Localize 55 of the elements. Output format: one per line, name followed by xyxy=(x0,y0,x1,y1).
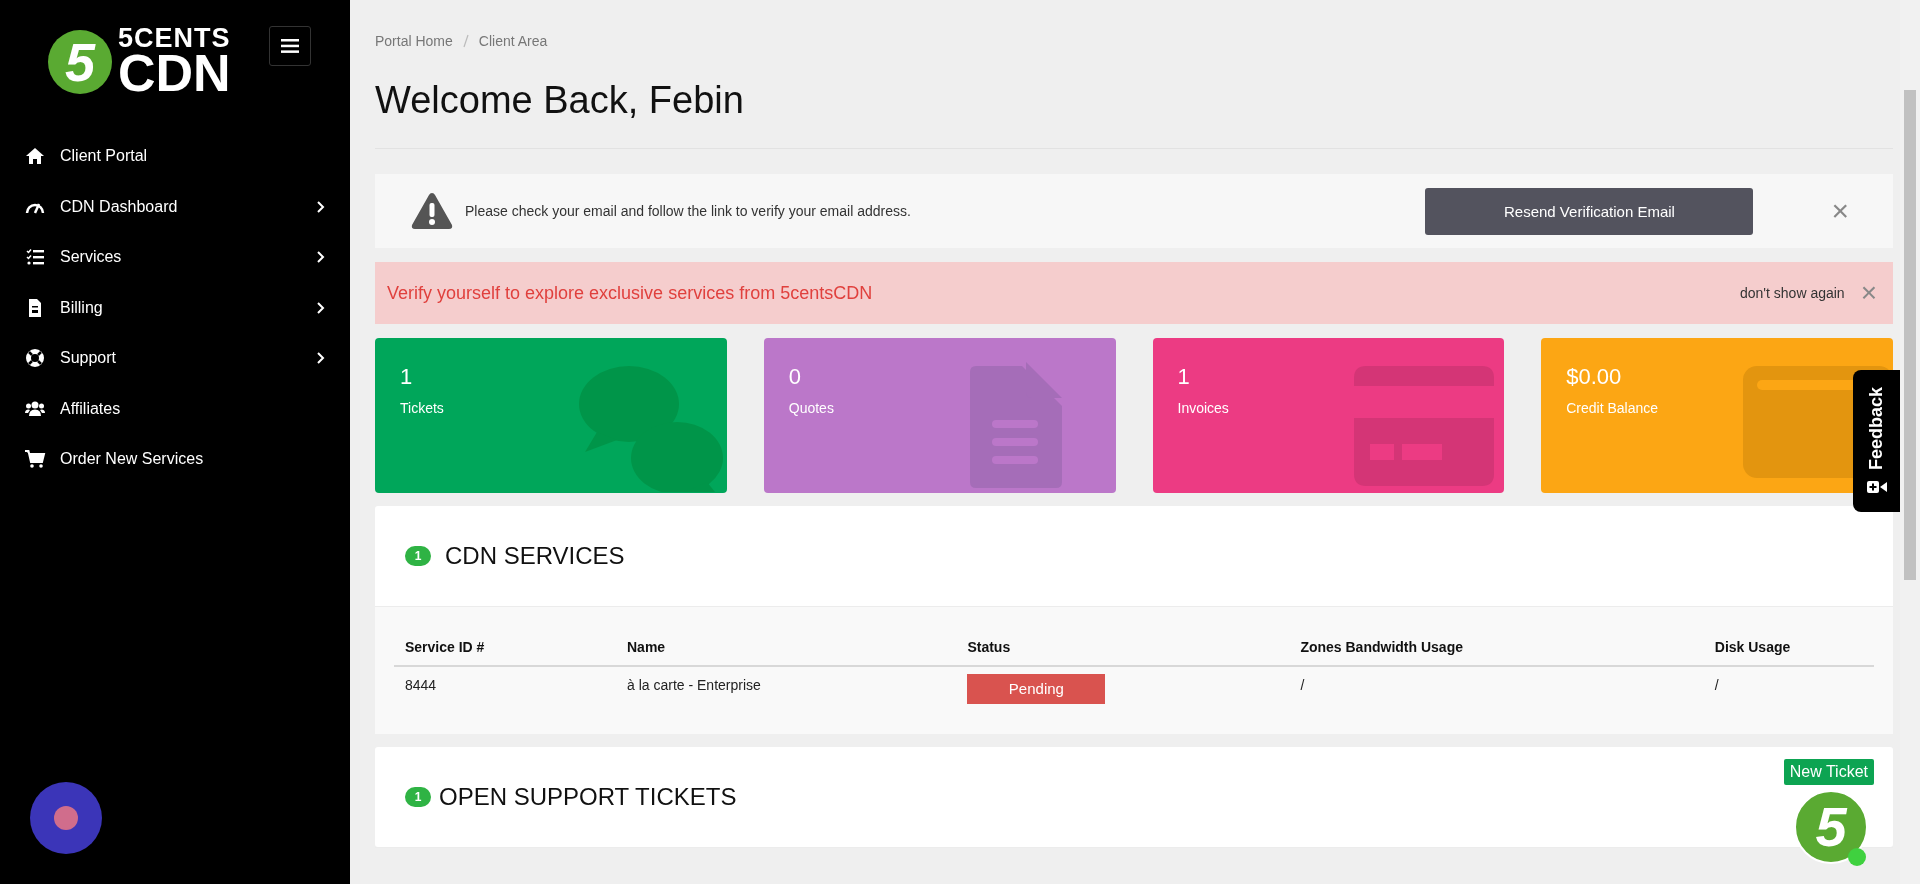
sidebar-item[interactable]: Client Portal xyxy=(60,147,326,166)
column-header: Zones Bandwidth Usage xyxy=(1289,629,1704,666)
stat-label: Credit Balance xyxy=(1566,400,1660,416)
stat-value: $0.00 xyxy=(1566,364,1623,390)
logo-text: 5CENTS xyxy=(118,26,231,51)
stat-label: Invoices xyxy=(1177,400,1230,416)
chevron-icon[interactable] xyxy=(316,200,326,213)
alert-message: Please check your email and follow the link to verify your email address. xyxy=(465,203,912,219)
panel-title: OPEN SUPPORT TICKETS xyxy=(439,783,737,811)
sidebar-item[interactable]: Order New Services xyxy=(60,450,326,469)
chevron-icon[interactable] xyxy=(316,352,326,365)
count-badge: 1 xyxy=(405,546,431,566)
sidebar-item[interactable]: CDN Dashboard xyxy=(60,197,302,216)
column-header: Disk Usage xyxy=(1703,629,1874,666)
table-cell: / xyxy=(1714,677,1719,693)
lifebuoy-icon xyxy=(24,348,46,369)
dismiss-link[interactable]: don't show again xyxy=(1740,285,1845,301)
stat-value: 1 xyxy=(400,364,414,390)
table-cell: / xyxy=(1300,677,1305,693)
sidebar-item[interactable]: Billing xyxy=(60,298,302,317)
panel-title: CDN SERVICES xyxy=(445,542,625,570)
stat-value: 0 xyxy=(788,364,802,390)
stat-label: Quotes xyxy=(788,400,835,416)
table-cell: 8444 xyxy=(405,677,437,693)
column-header: Status xyxy=(956,629,1290,666)
menu-button[interactable] xyxy=(268,26,311,66)
chevron-icon[interactable] xyxy=(316,251,326,264)
sidebar-item[interactable]: Affiliates xyxy=(60,399,326,418)
stat-value: 1 xyxy=(1177,364,1191,390)
table-cell: à la carte - Enterprise xyxy=(627,677,761,693)
speech-bubbles-icon xyxy=(578,366,723,492)
sidebar-item[interactable]: Services xyxy=(60,248,302,267)
home-icon xyxy=(24,146,46,167)
resend-button[interactable]: Resend Verification Email xyxy=(1425,187,1754,235)
column-header: Service ID # xyxy=(394,629,616,666)
breadcrumb-item: Client Area xyxy=(478,33,548,49)
cart-icon xyxy=(24,449,46,470)
page-title: Welcome Back, Febin xyxy=(375,79,1893,149)
logo-text: CDN xyxy=(118,50,231,98)
breadcrumb-item[interactable]: Portal Home xyxy=(375,33,453,49)
banner-message: Verify yourself to explore exclusive services from 5centsCDN xyxy=(387,282,874,304)
feedback-tab[interactable]: Feedback xyxy=(1853,370,1900,512)
breadcrumb-separator-icon xyxy=(462,34,469,48)
column-header: Name xyxy=(616,629,957,666)
video-plus-icon xyxy=(1866,478,1887,495)
stat-card[interactable]: 1 Invoices xyxy=(1152,338,1505,493)
credit-card-icon xyxy=(1354,366,1495,486)
menu-icon xyxy=(280,39,299,53)
chevron-icon[interactable] xyxy=(316,301,326,314)
sidebar-item[interactable]: Support xyxy=(60,349,302,368)
status-badge: Pending xyxy=(967,674,1106,704)
count-badge: 1 xyxy=(405,787,431,807)
stat-label: Tickets xyxy=(400,400,445,416)
warning-icon xyxy=(411,192,453,230)
logo-mark: 5 xyxy=(48,29,112,94)
